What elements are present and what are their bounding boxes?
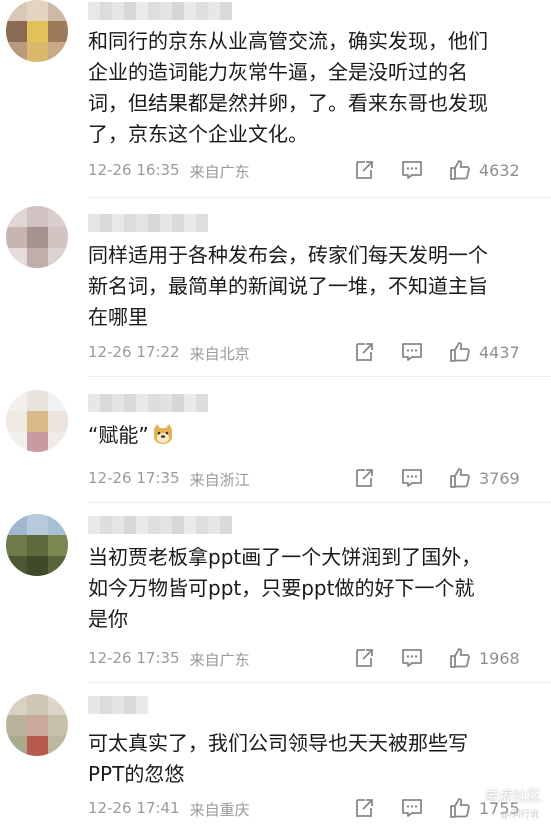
avatar[interactable] xyxy=(6,390,68,452)
username-obscured[interactable] xyxy=(88,516,232,534)
comment-icon[interactable] xyxy=(400,646,424,670)
thumbs-up-icon[interactable] xyxy=(448,340,472,364)
comment-location: 来自北京 xyxy=(189,345,250,363)
thumbs-up-icon[interactable] xyxy=(448,466,472,490)
like-count: 3769 xyxy=(479,469,520,488)
avatar[interactable] xyxy=(6,206,68,268)
divider xyxy=(88,197,551,198)
comment-text: 同样适用于各种发布会，砖家们每天发明一个 新名词，最简单的新闻说了一堆，不知道主… xyxy=(88,243,488,329)
comment-text: 当初贾老板拿ppt画了一个大饼润到了国外， 如今万物皆可ppt，只要ppt做的好… xyxy=(88,545,482,631)
username-obscured[interactable] xyxy=(88,394,208,412)
doge-emoji xyxy=(153,424,172,444)
comment-text: 和同行的京东从业高管交流，确实发现，他们 企业的造词能力灰常牛逼，全是没听过的名… xyxy=(88,29,488,146)
divider xyxy=(88,376,551,377)
comment-meta: 12-26 17:35 来自广东 xyxy=(88,649,250,670)
share-icon[interactable] xyxy=(352,646,376,670)
comment-location: 来自广东 xyxy=(189,651,250,669)
comment-text-content: “赋能” xyxy=(88,423,149,447)
divider xyxy=(88,682,551,683)
comment-text: “赋能” xyxy=(88,420,528,451)
comment-datetime: 12-26 17:35 xyxy=(88,469,180,487)
like-count: 4632 xyxy=(479,161,520,180)
comment-icon[interactable] xyxy=(400,340,424,364)
tiger-logo-icon xyxy=(463,787,481,805)
share-icon[interactable] xyxy=(352,796,376,820)
watermark-text: 老虎社区 xyxy=(485,789,541,805)
like-count: 4437 xyxy=(479,343,520,362)
comment-icon[interactable] xyxy=(400,796,424,820)
avatar[interactable] xyxy=(6,514,68,576)
divider xyxy=(88,502,551,503)
comment-meta: 12-26 16:35 来自广东 xyxy=(88,161,250,182)
avatar[interactable] xyxy=(6,0,68,62)
username-obscured[interactable] xyxy=(88,2,232,20)
username-obscured[interactable] xyxy=(88,696,148,714)
comment-actions: 4437 xyxy=(352,340,542,366)
comment-meta: 12-26 17:41 来自重庆 xyxy=(88,799,250,820)
comment-meta: 12-26 17:35 来自浙江 xyxy=(88,469,250,490)
comment-actions: 3769 xyxy=(352,466,542,492)
comment-datetime: 12-26 16:35 xyxy=(88,161,180,179)
comment-datetime: 12-26 17:35 xyxy=(88,649,180,667)
comment-actions: 4632 xyxy=(352,158,542,184)
share-icon[interactable] xyxy=(352,340,376,364)
watermark: 老虎社区 xyxy=(463,786,541,806)
like-count: 1968 xyxy=(479,649,520,668)
comment-location: 来自重庆 xyxy=(189,801,250,819)
share-icon[interactable] xyxy=(352,466,376,490)
comment-datetime: 12-26 17:41 xyxy=(88,799,180,817)
thumbs-up-icon[interactable] xyxy=(448,158,472,182)
comment-icon[interactable] xyxy=(400,158,424,182)
avatar[interactable] xyxy=(6,694,68,756)
comment-actions: 1968 xyxy=(352,646,542,672)
comment-location: 来自浙江 xyxy=(189,471,250,489)
comment-location: 来自广东 xyxy=(189,163,250,181)
share-icon[interactable] xyxy=(352,158,376,182)
username-obscured[interactable] xyxy=(88,214,208,232)
comment-datetime: 12-26 17:22 xyxy=(88,343,180,361)
comment-meta: 12-26 17:22 来自北京 xyxy=(88,343,250,364)
thumbs-up-icon[interactable] xyxy=(448,646,472,670)
watermark-subtext: @/同行说 xyxy=(499,810,539,820)
comment-text: 可太真实了，我们公司领导也天天被那些写 PPT的忽悠 xyxy=(88,731,468,786)
comment-icon[interactable] xyxy=(400,466,424,490)
